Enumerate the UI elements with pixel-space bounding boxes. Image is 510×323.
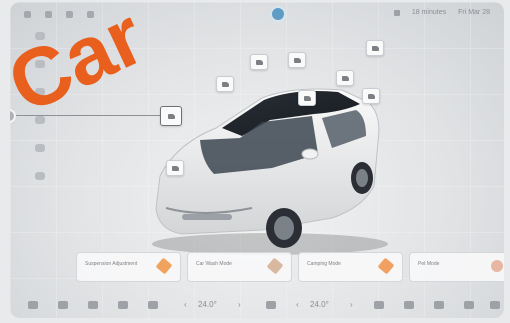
fan-icon[interactable] xyxy=(266,301,276,309)
temp-right-increase[interactable]: › xyxy=(350,300,353,309)
camera-icon xyxy=(87,10,94,18)
wheel-hotspot[interactable] xyxy=(166,160,184,176)
camera-icon[interactable] xyxy=(404,301,414,309)
car-wash-label: Car Wash Mode xyxy=(196,261,232,267)
camping-icon xyxy=(377,257,395,275)
seat-icon[interactable] xyxy=(374,301,384,309)
profile-icon[interactable] xyxy=(35,32,45,40)
suspension-icon xyxy=(155,257,173,275)
side-rail xyxy=(28,32,52,242)
car-wash-icon xyxy=(266,257,284,275)
settings-icon[interactable] xyxy=(35,172,45,180)
side-hotspot[interactable] xyxy=(362,88,380,104)
status-bar: 18 minutes Fri Mar 28 xyxy=(10,2,504,26)
suspension-card[interactable]: Suspension Adjustment xyxy=(76,252,181,282)
car-wash-card[interactable]: Car Wash Mode xyxy=(187,252,292,282)
mirror-hotspot[interactable] xyxy=(336,70,354,86)
car-screen: 18 minutes Fri Mar 28 Suspension Adjustm… xyxy=(10,2,504,318)
status-duration: 18 minutes xyxy=(411,9,447,16)
temp-left-decrease[interactable]: ‹ xyxy=(184,300,187,309)
front-hotspot[interactable] xyxy=(298,90,316,106)
rear-door-hotspot[interactable] xyxy=(160,106,182,126)
navigation-icon[interactable] xyxy=(88,301,98,309)
lead-line xyxy=(10,115,160,116)
suspension-label: Suspension Adjustment xyxy=(85,261,138,267)
mode-cards: Suspension Adjustment Car Wash Mode Camp… xyxy=(76,252,504,282)
camping-card[interactable]: Camping Mode xyxy=(298,252,403,282)
temp-left: 24.0° xyxy=(198,300,217,309)
vehicle-illustration xyxy=(152,88,388,255)
wifi-icon xyxy=(45,10,52,18)
status-date: Fri Mar 28 xyxy=(458,9,490,16)
temp-left-increase[interactable]: › xyxy=(238,300,241,309)
home-icon[interactable] xyxy=(28,301,38,309)
media-icon[interactable] xyxy=(35,144,45,152)
bottom-dock: ‹ 24.0° › ‹ 24.0° › xyxy=(10,292,504,318)
signal-icon xyxy=(24,10,31,18)
camping-label: Camping Mode xyxy=(307,261,341,267)
volume-icon[interactable] xyxy=(490,301,500,309)
bluetooth-icon xyxy=(66,10,73,18)
app-icon[interactable] xyxy=(118,301,128,309)
car-icon[interactable] xyxy=(35,60,45,68)
pet-label: Pet Mode xyxy=(418,261,440,267)
phone-icon[interactable] xyxy=(148,301,158,309)
phone-icon[interactable] xyxy=(35,116,45,124)
roof-front-hotspot[interactable] xyxy=(250,54,268,70)
temp-right: 24.0° xyxy=(310,300,329,309)
pet-card[interactable]: Pet Mode xyxy=(409,252,504,282)
light-icon[interactable] xyxy=(35,88,45,96)
assistant-icon[interactable] xyxy=(272,8,284,20)
sunroof-hotspot[interactable] xyxy=(216,76,234,92)
temp-right-decrease[interactable]: ‹ xyxy=(296,300,299,309)
tailgate-hotspot[interactable] xyxy=(366,40,384,56)
grid-icon[interactable] xyxy=(464,301,474,309)
car-icon[interactable] xyxy=(58,301,68,309)
music-icon[interactable] xyxy=(434,301,444,309)
pet-icon xyxy=(491,260,503,272)
roof-rear-hotspot[interactable] xyxy=(288,52,306,68)
battery-icon xyxy=(393,9,400,16)
